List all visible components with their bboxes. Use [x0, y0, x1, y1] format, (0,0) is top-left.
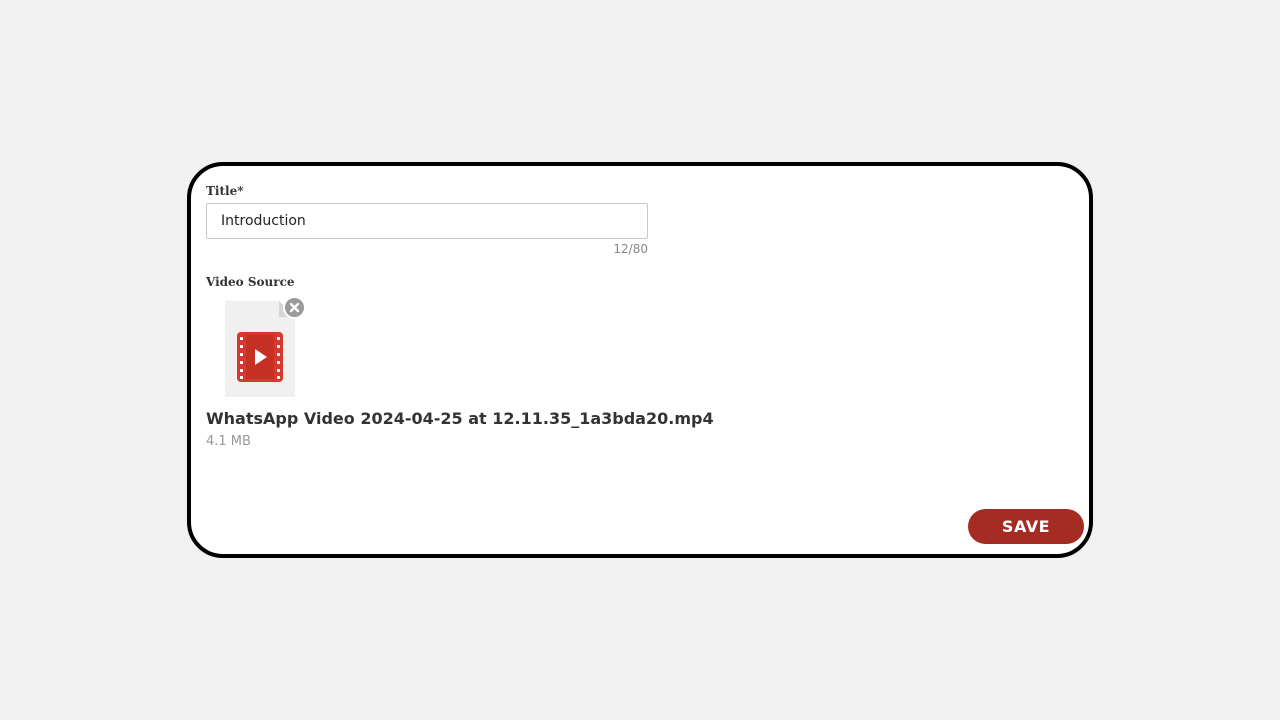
- video-file-icon: [237, 332, 283, 382]
- video-upload-dialog: Title* 12/80 Video Source: [187, 162, 1093, 558]
- video-source-label: Video Source: [206, 275, 295, 289]
- remove-file-button[interactable]: [283, 296, 306, 319]
- video-thumbnail: [225, 301, 295, 397]
- save-button[interactable]: SAVE: [968, 509, 1084, 544]
- file-name: WhatsApp Video 2024-04-25 at 12.11.35_1a…: [206, 409, 714, 428]
- title-char-count: 12/80: [613, 242, 648, 256]
- title-label: Title*: [206, 184, 244, 198]
- close-circle-icon: [289, 302, 300, 313]
- file-size: 4.1 MB: [206, 434, 251, 449]
- title-input[interactable]: [206, 203, 648, 239]
